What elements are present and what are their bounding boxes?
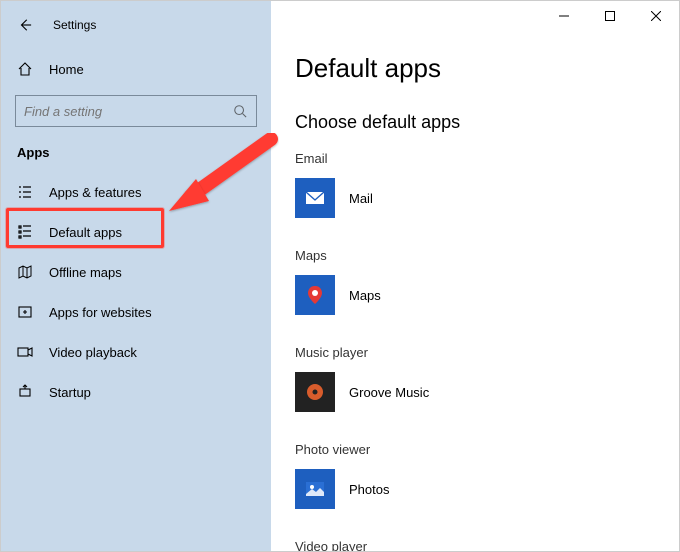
sidebar-item-startup[interactable]: Startup <box>1 372 271 412</box>
websites-icon <box>17 304 33 320</box>
close-icon <box>651 11 661 21</box>
page-subtitle: Choose default apps <box>295 112 655 133</box>
list-icon <box>17 184 33 200</box>
sidebar-home-label: Home <box>49 62 84 77</box>
app-name: Maps <box>349 288 381 303</box>
maps-icon <box>295 275 335 315</box>
maximize-button[interactable] <box>587 1 633 31</box>
sidebar-item-label: Default apps <box>49 225 122 240</box>
content-area: Default apps Choose default apps Email M… <box>271 1 679 551</box>
default-apps-icon <box>17 224 33 240</box>
arrow-left-icon <box>18 18 32 32</box>
sidebar-item-default-apps[interactable]: Default apps <box>1 212 271 252</box>
sidebar-item-offline-maps[interactable]: Offline maps <box>1 252 271 292</box>
app-name: Groove Music <box>349 385 429 400</box>
sidebar-item-apps-websites[interactable]: Apps for websites <box>1 292 271 332</box>
close-button[interactable] <box>633 1 679 31</box>
sidebar-item-label: Offline maps <box>49 265 122 280</box>
sidebar-item-apps-features[interactable]: Apps & features <box>1 172 271 212</box>
default-app-email[interactable]: Mail <box>295 174 393 222</box>
category-label-photo: Photo viewer <box>295 442 655 457</box>
photos-icon <box>295 469 335 509</box>
map-icon <box>17 264 33 280</box>
minimize-button[interactable] <box>541 1 587 31</box>
window-controls <box>541 1 679 31</box>
search-icon <box>232 103 248 119</box>
app-name: Mail <box>349 191 373 206</box>
app-name: Photos <box>349 482 389 497</box>
category-label-video: Video player <box>295 539 655 551</box>
back-button[interactable] <box>13 13 37 37</box>
default-app-photos[interactable]: Photos <box>295 465 409 513</box>
window-title: Settings <box>53 18 96 32</box>
search-input[interactable] <box>24 104 232 119</box>
groove-icon <box>295 372 335 412</box>
sidebar-item-label: Apps & features <box>49 185 142 200</box>
sidebar-item-label: Apps for websites <box>49 305 152 320</box>
sidebar-item-label: Startup <box>49 385 91 400</box>
video-icon <box>17 344 33 360</box>
default-app-maps[interactable]: Maps <box>295 271 401 319</box>
category-label-music: Music player <box>295 345 655 360</box>
category-label-email: Email <box>295 151 655 166</box>
startup-icon <box>17 384 33 400</box>
settings-sidebar: Settings Home Apps Apps & features <box>1 1 271 551</box>
default-app-music[interactable]: Groove Music <box>295 368 449 416</box>
sidebar-search[interactable] <box>15 95 257 127</box>
home-icon <box>17 61 33 77</box>
minimize-icon <box>559 11 569 21</box>
sidebar-home[interactable]: Home <box>1 49 271 89</box>
maximize-icon <box>605 11 615 21</box>
sidebar-item-label: Video playback <box>49 345 137 360</box>
mail-icon <box>295 178 335 218</box>
category-label-maps: Maps <box>295 248 655 263</box>
sidebar-item-video-playback[interactable]: Video playback <box>1 332 271 372</box>
sidebar-section-header: Apps <box>1 137 271 172</box>
page-title: Default apps <box>295 53 655 84</box>
